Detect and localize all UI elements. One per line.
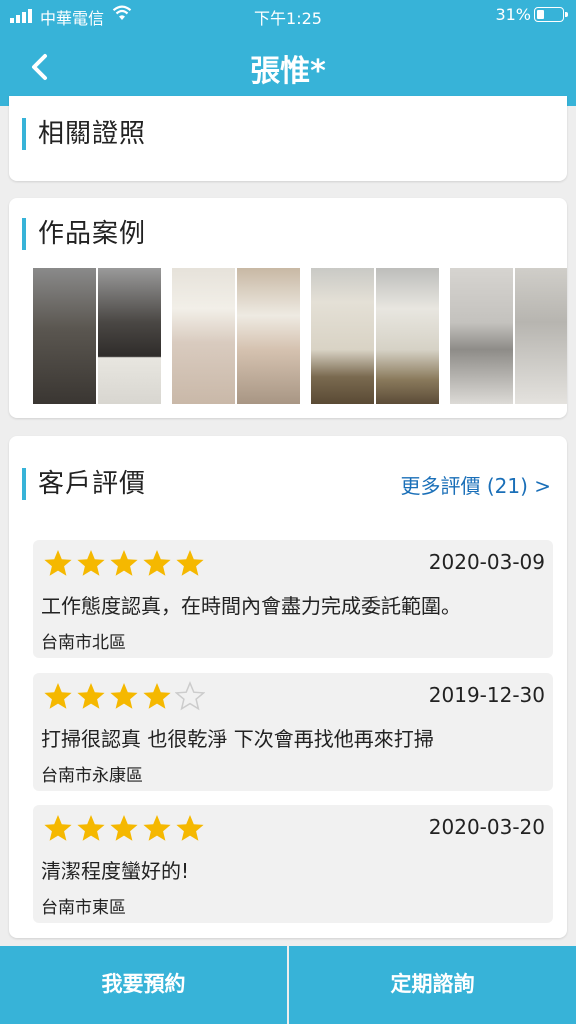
review-location: 台南市東區	[41, 898, 126, 918]
battery-percent: 31%	[495, 5, 531, 24]
star-filled-icon	[44, 815, 72, 841]
review-card: 2020-03-20 清潔程度蠻好的! 台南市東區	[33, 805, 553, 923]
star-filled-icon	[77, 550, 105, 576]
star-filled-icon	[110, 550, 138, 576]
review-date: 2019-12-30	[428, 683, 545, 707]
review-text: 工作態度認真，在時間內會盡力完成委託範圍。	[41, 594, 461, 618]
review-text: 打掃很認真 也很乾淨 下次會再找他再來打掃	[41, 727, 434, 751]
portfolio-photo-kitchen[interactable]	[33, 268, 161, 404]
star-filled-icon	[77, 815, 105, 841]
section-title-certificates: 相關證照	[22, 118, 146, 150]
status-bar: 中華電信 下午1:25 31%	[0, 0, 576, 32]
page-title: 張惟*	[250, 54, 326, 89]
star-empty-icon	[175, 681, 205, 711]
review-date: 2020-03-09	[428, 550, 545, 574]
review-card: 2019-12-30 打掃很認真 也很乾淨 下次會再找他再來打掃 台南市永康區	[33, 673, 553, 791]
battery-icon	[534, 7, 568, 22]
review-location: 台南市北區	[41, 633, 126, 653]
star-filled-icon	[44, 683, 72, 709]
clock: 下午1:25	[254, 9, 322, 28]
star-filled-icon	[110, 683, 138, 709]
portfolio-photo-bathroom[interactable]	[172, 268, 300, 404]
star-filled-icon	[176, 550, 204, 576]
star-filled-icon	[44, 550, 72, 576]
review-card: 2020-03-09 工作態度認真，在時間內會盡力完成委託範圍。 台南市北區	[33, 540, 553, 658]
star-rating	[43, 548, 205, 580]
consult-button[interactable]: 定期諮詢	[289, 946, 576, 1024]
portfolio-gallery[interactable]	[33, 268, 567, 404]
portfolio-photo-faucet[interactable]	[450, 268, 567, 404]
review-text: 清潔程度蠻好的!	[41, 859, 190, 883]
star-rating	[43, 681, 205, 713]
certificates-card: 相關證照	[9, 96, 567, 181]
section-title-portfolio: 作品案例	[22, 218, 146, 250]
portfolio-card: 作品案例	[9, 198, 567, 418]
app-header: 中華電信 下午1:25 31% 張惟*	[0, 0, 576, 106]
star-filled-icon	[143, 550, 171, 576]
star-filled-icon	[143, 683, 171, 709]
section-title-reviews: 客戶評價	[22, 468, 146, 500]
star-filled-icon	[143, 815, 171, 841]
star-filled-icon	[176, 815, 204, 841]
review-date: 2020-03-20	[428, 815, 545, 839]
reviews-card: 客戶評價 更多評價 (21) > 2020-03-09 工作態度認真，在時間內會…	[9, 436, 567, 938]
book-button[interactable]: 我要預約	[0, 946, 287, 1024]
more-reviews-link[interactable]: 更多評價 (21) >	[400, 470, 551, 499]
portfolio-photo-cabinet[interactable]	[311, 268, 439, 404]
star-rating	[43, 813, 205, 845]
review-location: 台南市永康區	[41, 766, 143, 786]
star-filled-icon	[110, 815, 138, 841]
star-filled-icon	[77, 683, 105, 709]
